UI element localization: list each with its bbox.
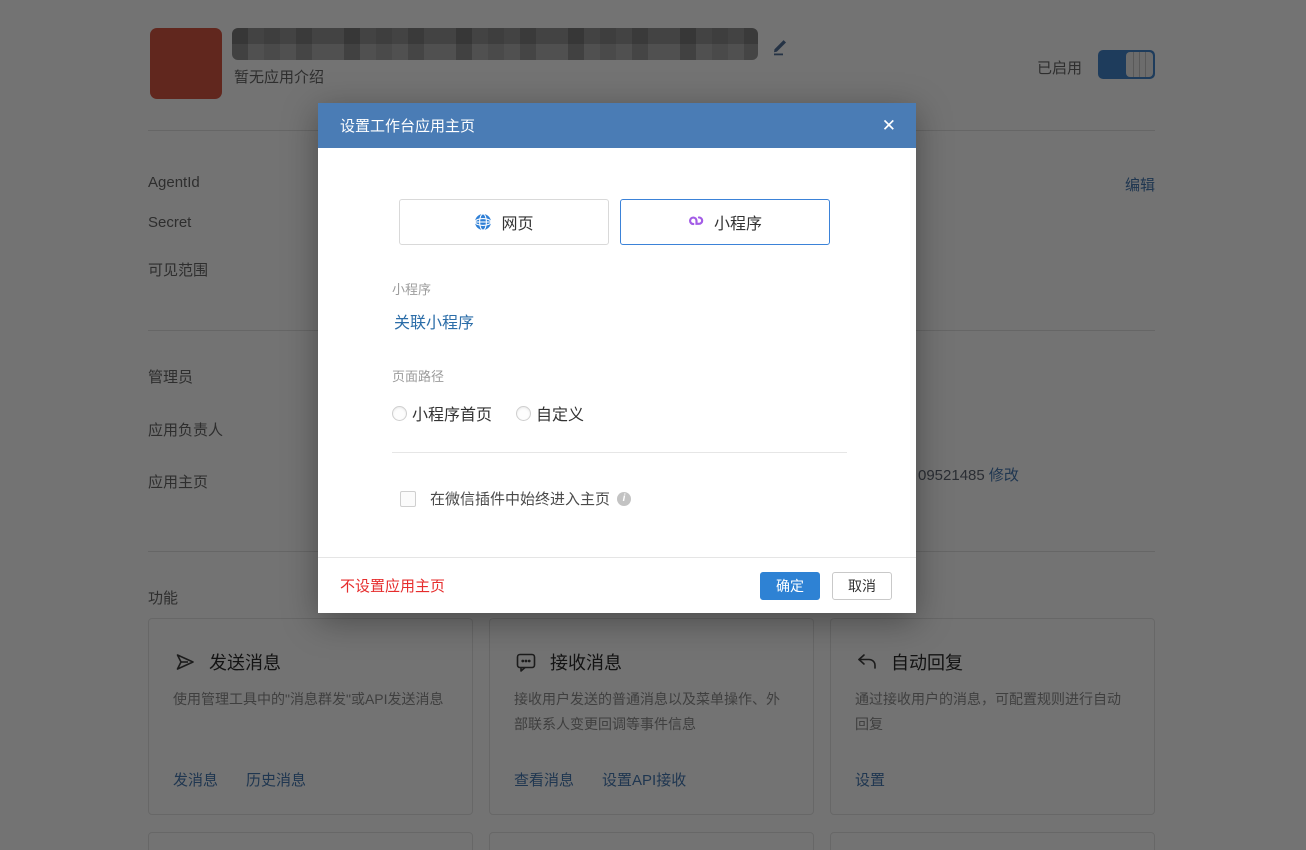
cancel-button[interactable]: 取消	[832, 572, 892, 600]
divider	[392, 452, 847, 453]
page-path-label: 页面路径	[392, 366, 444, 385]
page-path-radio-group: 小程序首页 自定义	[392, 401, 584, 425]
set-homepage-modal: 设置工作台应用主页 ✕ 网页	[318, 103, 916, 613]
radio-miniprogram-home[interactable]: 小程序首页	[392, 401, 492, 425]
globe-icon	[474, 213, 492, 231]
modal-footer: 不设置应用主页 确定 取消	[318, 557, 916, 613]
radio-custom-path[interactable]: 自定义	[516, 401, 584, 425]
close-icon[interactable]: ✕	[882, 117, 896, 134]
radio-circle-icon	[392, 406, 407, 421]
screen: 暂无应用介绍 已启用 AgentId Secret 可见范围 编辑 管理员 应用…	[0, 0, 1306, 850]
miniprogram-icon	[688, 214, 705, 231]
tab-miniprogram-label: 小程序	[714, 210, 762, 234]
modal-header: 设置工作台应用主页 ✕	[318, 103, 916, 148]
link-miniprogram[interactable]: 关联小程序	[394, 309, 474, 333]
modal-title: 设置工作台应用主页	[340, 115, 475, 136]
radio-label: 自定义	[536, 401, 584, 425]
tab-webpage-label: 网页	[501, 210, 533, 234]
radio-circle-icon	[516, 406, 531, 421]
info-icon[interactable]: i	[617, 492, 631, 506]
no-homepage-link[interactable]: 不设置应用主页	[340, 575, 445, 596]
confirm-button[interactable]: 确定	[760, 572, 820, 600]
miniprogram-field-label: 小程序	[392, 279, 431, 298]
always-enter-home-checkbox[interactable]	[400, 491, 416, 507]
wechat-plugin-checkbox-row: 在微信插件中始终进入主页 i	[400, 488, 631, 509]
checkbox-label: 在微信插件中始终进入主页	[430, 488, 610, 509]
radio-label: 小程序首页	[412, 401, 492, 425]
tab-webpage[interactable]: 网页	[399, 199, 609, 245]
tab-miniprogram[interactable]: 小程序	[620, 199, 830, 245]
